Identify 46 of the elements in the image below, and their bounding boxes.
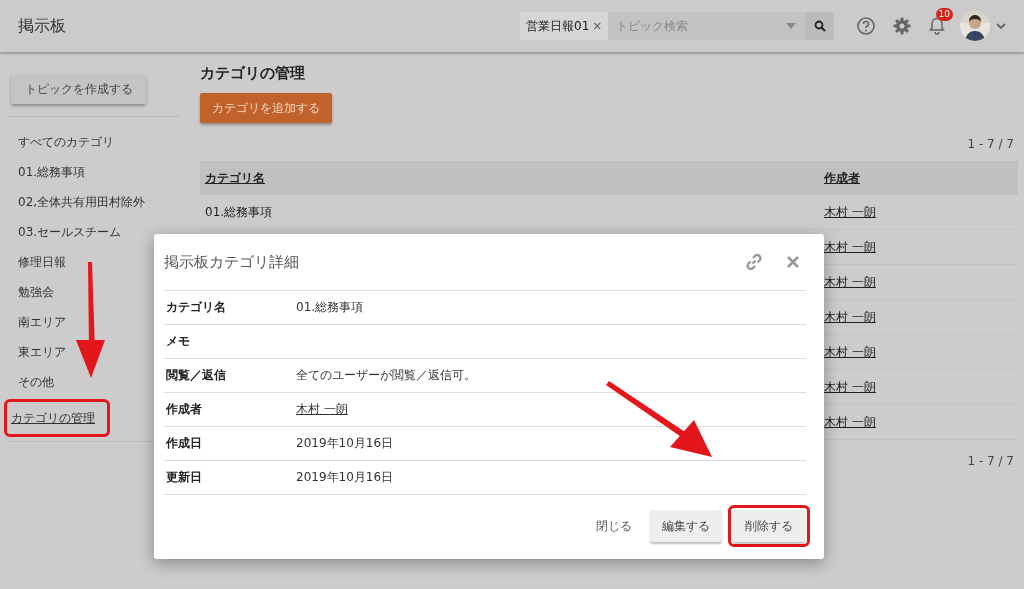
create-topic-button[interactable]: トピックを作成する [11, 74, 146, 104]
field-label: 更新日 [165, 469, 203, 486]
notification-badge: 10 [935, 8, 953, 21]
category-item[interactable]: すべてのカテゴリ [0, 127, 180, 157]
edit-button[interactable]: 編集する [650, 510, 722, 542]
author-link[interactable]: 木村 一朗 [824, 309, 876, 324]
field-label: カテゴリ名 [165, 299, 227, 316]
filter-chip[interactable]: 営業日報01 × [520, 12, 609, 40]
caret-icon[interactable] [786, 23, 796, 29]
field-label: メモ [165, 333, 191, 350]
field-label: 作成者 [165, 401, 203, 418]
category-item[interactable]: 02,全体共有用田村除外 [0, 187, 180, 217]
field-label: 作成日 [165, 435, 203, 452]
author-link[interactable]: 木村 一朗 [824, 239, 876, 254]
close-icon[interactable] [786, 255, 800, 269]
dialog-title: 掲示板カテゴリ詳細 [164, 252, 300, 272]
field-value: 2019年10月16日 [296, 435, 394, 452]
author-link[interactable]: 木村 一朗 [296, 401, 348, 418]
link-icon[interactable] [744, 252, 764, 272]
help-icon[interactable] [857, 17, 875, 35]
field-label: 閲覧／返信 [165, 367, 227, 384]
app-title: 掲示板 [18, 15, 67, 37]
column-header[interactable]: カテゴリ名 [205, 170, 265, 185]
search-icon [814, 20, 826, 32]
delete-button[interactable]: 削除する [733, 510, 805, 542]
close-text-button[interactable]: 閉じる [584, 509, 644, 543]
field-value: 2019年10月16日 [296, 469, 394, 486]
column-header[interactable]: 作成者 [824, 170, 860, 185]
settings-icon[interactable] [893, 17, 911, 35]
page-title: カテゴリの管理 [200, 64, 306, 83]
search-button[interactable] [806, 12, 834, 40]
pagination-label: 1 - 7 / 7 [967, 137, 1014, 151]
table-cell: 01.総務事項 [205, 204, 273, 219]
chevron-icon[interactable] [996, 23, 1006, 29]
category-item[interactable]: 01.総務事項 [0, 157, 180, 187]
author-link[interactable]: 木村 一朗 [824, 344, 876, 359]
category-item[interactable]: 03.セールスチーム [0, 217, 180, 247]
field-value: 01.総務事項 [296, 299, 364, 316]
manage-categories-link[interactable]: カテゴリの管理 [11, 409, 95, 427]
field-value: 全てのユーザーが閲覧／返信可。 [296, 367, 476, 384]
author-link[interactable]: 木村 一朗 [824, 379, 876, 394]
author-link[interactable]: 木村 一朗 [824, 204, 876, 219]
author-link[interactable]: 木村 一朗 [824, 274, 876, 289]
bell-icon[interactable] [929, 17, 945, 35]
pagination-label: 1 - 7 / 7 [967, 454, 1014, 468]
author-link[interactable]: 木村 一朗 [824, 414, 876, 429]
